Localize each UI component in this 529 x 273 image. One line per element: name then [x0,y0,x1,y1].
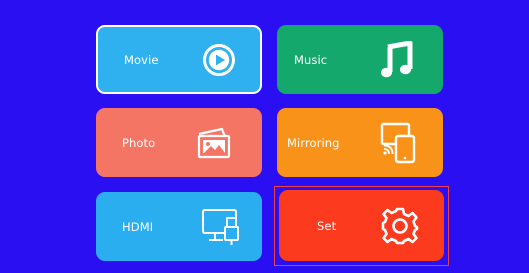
hdmi-label: HDMI [122,219,154,234]
set-label: Set [317,218,337,233]
home-menu-screen: Movie Music Photo Mirroring HDMI Set [0,0,529,273]
music-tile[interactable]: Music [277,25,443,94]
music-label: Music [294,52,328,67]
mirroring-label: Mirroring [287,135,340,150]
hdmi-monitor-icon [202,208,239,245]
photo-gallery-icon [197,127,231,158]
mirroring-tile[interactable]: Mirroring [277,108,443,177]
play-circle-icon [203,43,235,76]
gear-icon [381,207,419,244]
set-tile[interactable]: Set [279,190,444,261]
movie-label: Movie [124,52,159,67]
photo-tile[interactable]: Photo [96,108,262,177]
screen-mirroring-icon [380,122,416,163]
movie-tile[interactable]: Movie [96,25,262,94]
hdmi-tile[interactable]: HDMI [96,192,262,261]
music-note-icon [381,40,413,77]
photo-label: Photo [122,135,156,150]
